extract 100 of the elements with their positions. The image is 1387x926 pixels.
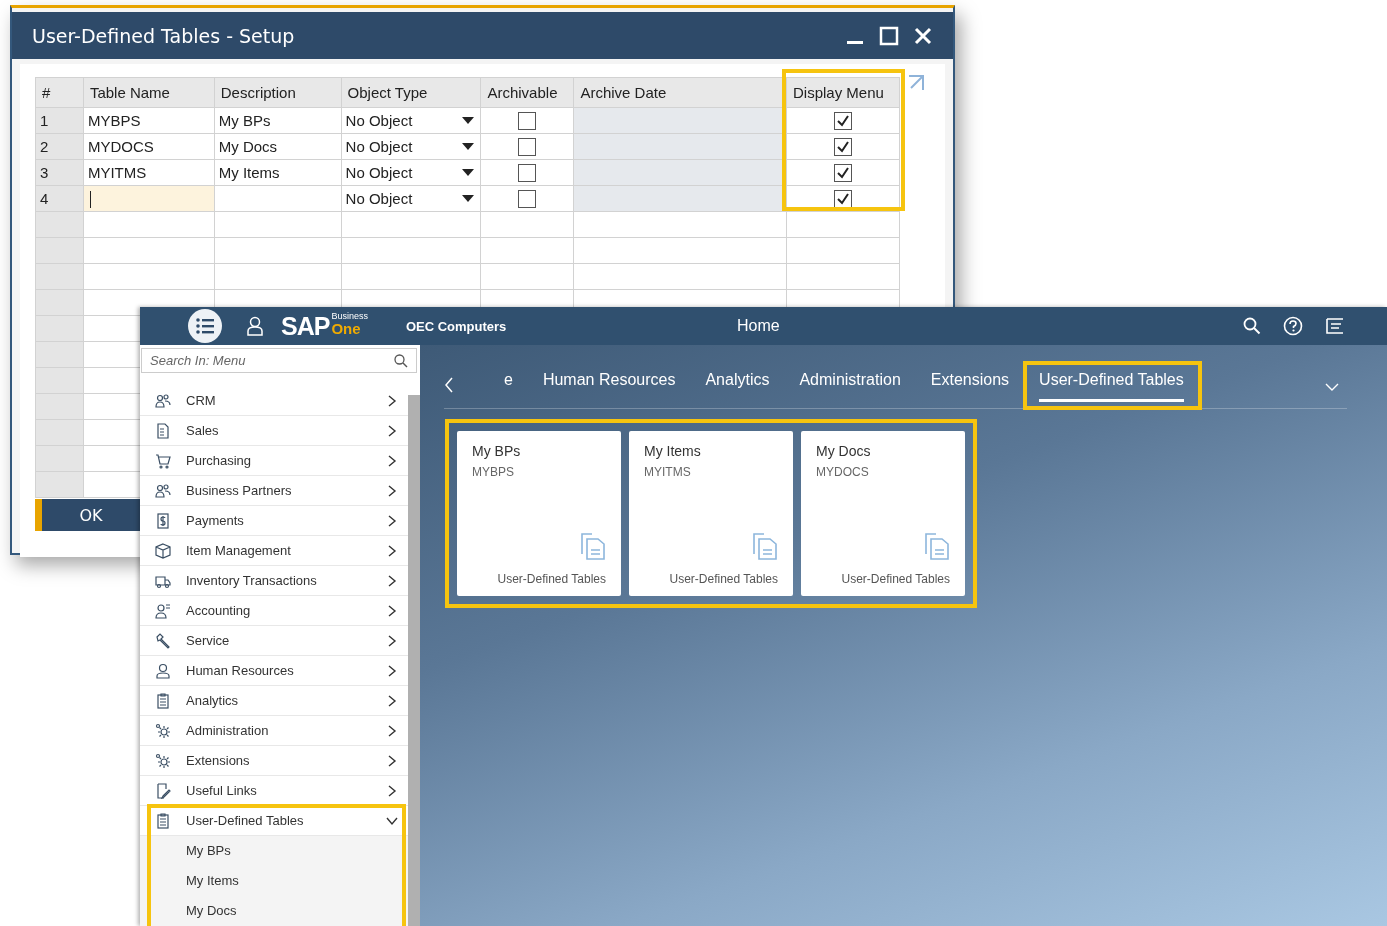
table-cell[interactable]: MYBPS xyxy=(83,107,215,134)
chevron-right-icon xyxy=(386,514,398,527)
tile-title: My Items xyxy=(644,443,702,459)
lines-icon[interactable] xyxy=(1325,317,1345,335)
chevron-right-icon xyxy=(386,394,398,407)
window-title: User-Defined Tables - Setup xyxy=(32,24,295,47)
company-name: OEC Computers xyxy=(405,318,507,334)
search-field[interactable]: Search In: Menu xyxy=(141,348,417,373)
chevron-right-icon xyxy=(386,784,398,797)
tile[interactable]: My BPs MYBPS User-Defined Tables xyxy=(457,431,621,596)
user-icon[interactable] xyxy=(247,316,263,336)
caret-icon xyxy=(462,142,475,151)
table-cell[interactable]: MYDOCS xyxy=(83,133,215,160)
person-list-icon xyxy=(155,602,171,619)
menu-item[interactable]: Purchasing xyxy=(140,446,408,476)
column-header[interactable]: # xyxy=(35,77,84,108)
row-number: 4 xyxy=(35,185,84,212)
chevron-right-icon xyxy=(386,724,398,737)
tile-title: My Docs xyxy=(816,443,872,459)
column-header[interactable]: Display Menu xyxy=(786,77,900,108)
pen-document-icon xyxy=(155,782,171,799)
chevron-right-icon xyxy=(386,634,398,647)
column-header[interactable]: Table Name xyxy=(83,77,215,108)
submenu-item[interactable]: My Docs xyxy=(140,896,408,926)
chevron-down-icon[interactable] xyxy=(1325,381,1339,392)
row-number: 1 xyxy=(35,107,84,134)
menu-item[interactable]: Service xyxy=(140,626,408,656)
table-cell[interactable]: MYITMS xyxy=(83,159,215,186)
tile-title: My BPs xyxy=(472,443,522,459)
tab[interactable]: Human Resources xyxy=(542,371,676,402)
tile[interactable]: My Docs MYDOCS User-Defined Tables xyxy=(801,431,965,596)
caret-icon xyxy=(462,116,475,125)
people-icon xyxy=(155,392,171,409)
gear-icon xyxy=(155,752,171,769)
chevron-right-icon xyxy=(386,454,398,467)
caret-icon xyxy=(462,194,475,203)
menu-item[interactable]: Business Partners xyxy=(140,476,408,506)
row-number: 3 xyxy=(35,159,84,186)
menu-item[interactable]: Analytics xyxy=(140,686,408,716)
gear-icon xyxy=(155,722,171,739)
tile-subtitle: MYITMS xyxy=(644,465,692,479)
column-header[interactable]: Archive Date xyxy=(573,77,787,108)
menu-button[interactable] xyxy=(188,309,222,343)
menu-item[interactable]: Accounting xyxy=(140,596,408,626)
search-icon[interactable] xyxy=(1243,317,1261,335)
chevron-right-icon xyxy=(386,544,398,557)
checkbox[interactable] xyxy=(518,112,537,130)
checkbox[interactable] xyxy=(834,164,852,182)
table-cell: My BPs xyxy=(214,107,342,134)
checkbox[interactable] xyxy=(834,112,852,130)
column-header[interactable]: Object Type xyxy=(341,77,481,108)
chevron-right-icon xyxy=(386,604,398,617)
menu-item[interactable]: Extensions xyxy=(140,746,408,776)
tile-subtitle: MYDOCS xyxy=(816,465,870,479)
tile-footer: User-Defined Tables xyxy=(497,572,606,586)
table-cell: My Docs xyxy=(214,133,342,160)
tile-footer: User-Defined Tables xyxy=(841,572,950,586)
column-header[interactable]: Archivable xyxy=(480,77,574,108)
scrollbar[interactable] xyxy=(408,395,420,926)
chevron-right-icon xyxy=(386,664,398,677)
document-icon xyxy=(155,422,171,439)
checkbox[interactable] xyxy=(518,190,537,208)
documents-icon xyxy=(752,532,778,560)
table-cell[interactable] xyxy=(83,185,215,212)
tab[interactable]: Analytics xyxy=(705,371,770,402)
submenu-item[interactable]: My Items xyxy=(140,866,408,896)
documents-icon xyxy=(924,532,950,560)
ok-button[interactable]: OK xyxy=(35,499,140,531)
logo-wordmark: SAP xyxy=(281,311,330,341)
menu-item[interactable]: Administration xyxy=(140,716,408,746)
table-cell: My Items xyxy=(214,159,342,186)
row-number: 2 xyxy=(35,133,84,160)
column-header[interactable]: Description xyxy=(214,77,342,108)
logo-product-name: One xyxy=(331,320,362,336)
search-icon[interactable] xyxy=(394,354,408,368)
submenu-item[interactable]: My BPs xyxy=(140,836,408,866)
checkbox[interactable] xyxy=(518,138,537,156)
tab[interactable]: e xyxy=(504,371,513,402)
checkbox[interactable] xyxy=(518,164,537,182)
menu-item[interactable]: Inventory Transactions xyxy=(140,566,408,596)
menu-item[interactable]: Sales xyxy=(140,416,408,446)
menu-item[interactable]: Item Management xyxy=(140,536,408,566)
tab[interactable]: Administration xyxy=(799,371,901,402)
chevron-right-icon xyxy=(386,694,398,707)
tab[interactable]: Extensions xyxy=(930,371,1010,402)
checkbox[interactable] xyxy=(834,138,852,156)
tab[interactable]: User-Defined Tables xyxy=(1039,371,1184,402)
menu-item[interactable]: CRM xyxy=(140,386,408,416)
clipboard-icon xyxy=(155,692,171,709)
wrench-icon xyxy=(155,632,171,649)
logo-product-name: Business xyxy=(331,311,368,321)
chevron-left-icon[interactable] xyxy=(444,376,454,393)
maximize-icon[interactable] xyxy=(879,25,899,46)
menu-item[interactable]: Payments xyxy=(140,506,408,536)
cart-icon xyxy=(155,452,171,469)
menu-item[interactable]: Human Resources xyxy=(140,656,408,686)
close-icon[interactable] xyxy=(913,25,933,46)
help-icon[interactable] xyxy=(1283,316,1303,336)
checkbox[interactable] xyxy=(834,190,852,208)
tile[interactable]: My Items MYITMS User-Defined Tables xyxy=(629,431,793,596)
